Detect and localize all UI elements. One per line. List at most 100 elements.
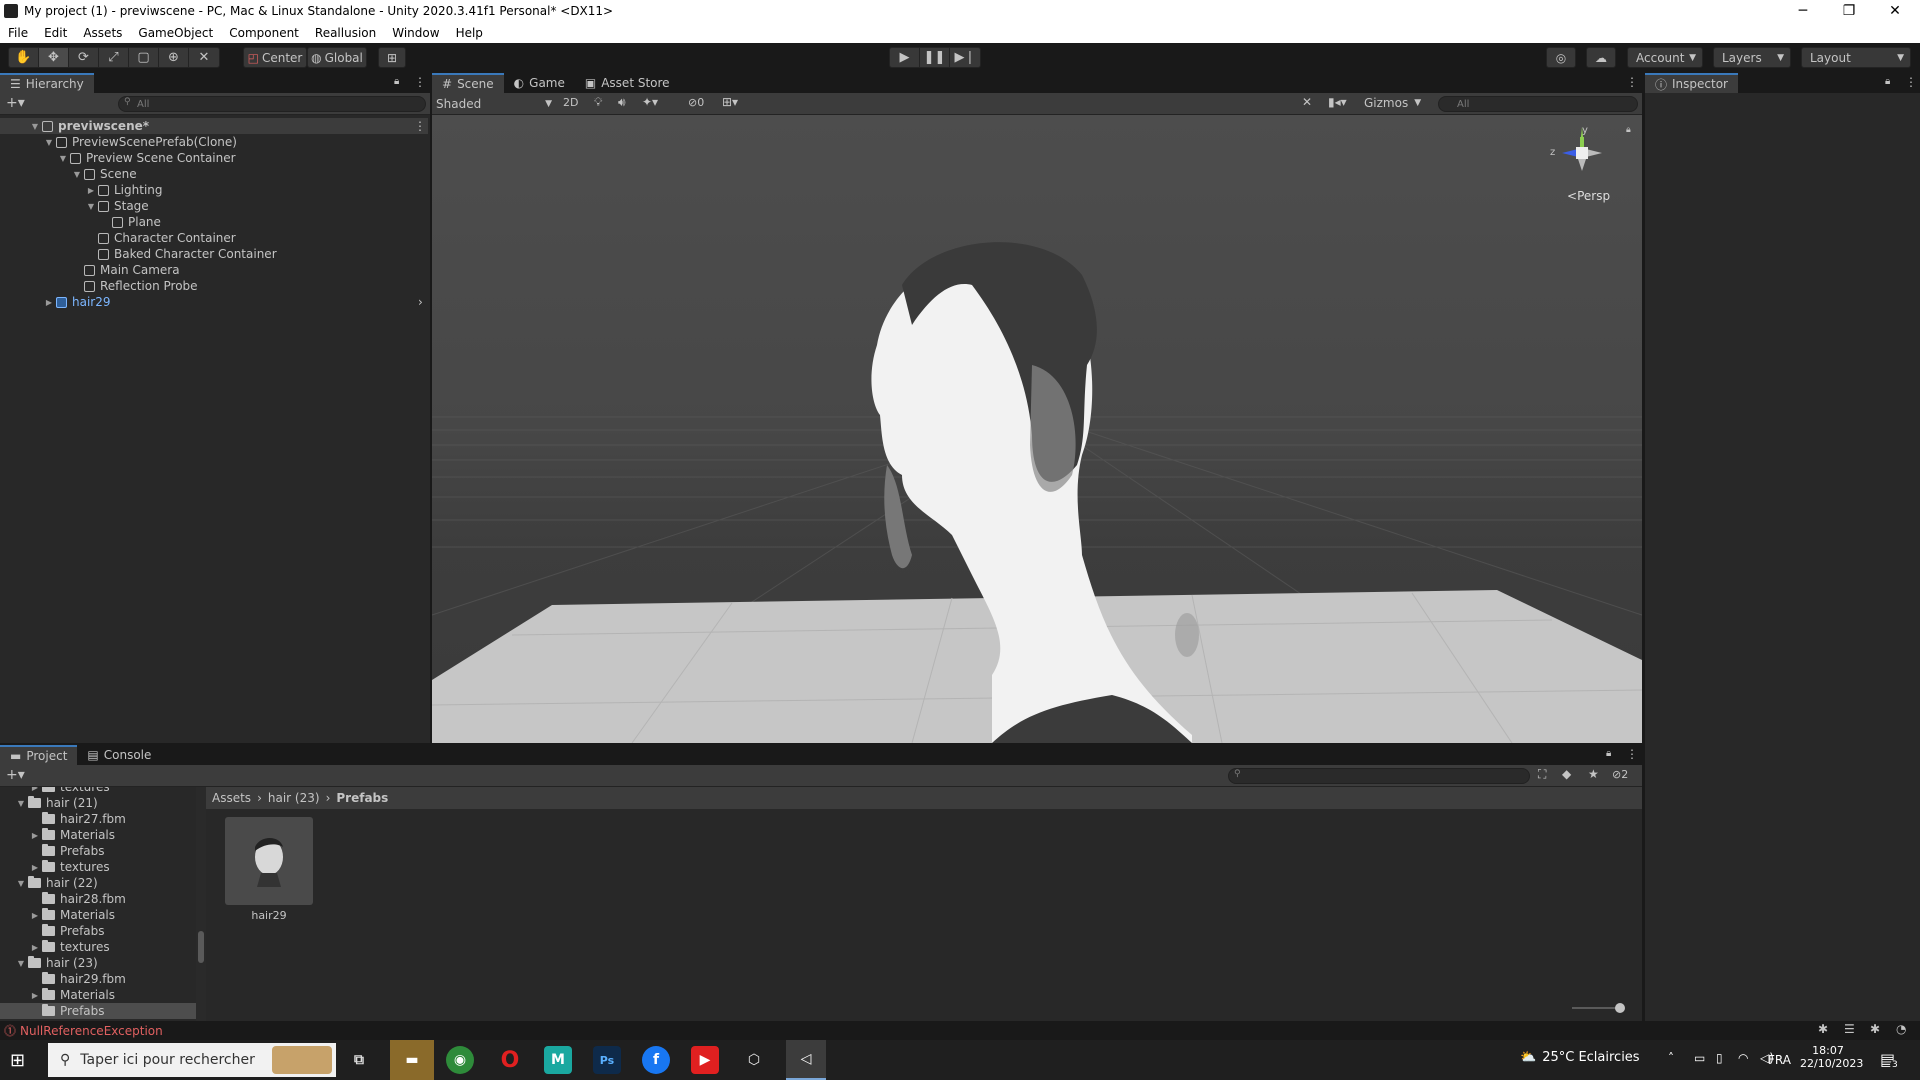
close-button[interactable]: ✕ <box>1872 0 1918 22</box>
layout-dropdown[interactable]: Layout ▼ <box>1801 47 1911 68</box>
orientation-gizmo[interactable] <box>1542 123 1622 223</box>
progress-icon[interactable]: ◔ <box>1896 1022 1906 1036</box>
expand-arrow-right-icon[interactable]: ▶ <box>30 943 40 952</box>
tab-project[interactable]: ▬ Project <box>0 745 78 765</box>
opera-icon[interactable]: O <box>496 1046 524 1074</box>
favorite-star-icon[interactable]: ★ <box>1588 767 1599 781</box>
expand-arrow-down-icon[interactable]: ▼ <box>44 138 54 147</box>
lock-icon[interactable]: 🔒︎ <box>1606 748 1611 759</box>
hierarchy-row[interactable]: ▼ PreviewScenePrefab(Clone) <box>0 134 428 150</box>
scrollbar-thumb[interactable] <box>198 931 204 963</box>
tab-scene[interactable]: # Scene <box>432 73 504 93</box>
slider-handle[interactable] <box>1615 1003 1625 1013</box>
tab-asset-store[interactable]: ▣ Asset Store <box>575 73 680 93</box>
project-tree-item[interactable]: ▼ hair (23) <box>0 955 196 971</box>
hand-tool-icon[interactable]: ✋ <box>9 48 39 67</box>
expand-arrow-down-icon[interactable]: ▼ <box>16 959 26 968</box>
tab-console[interactable]: ▤ Console <box>77 745 161 765</box>
menu-window[interactable]: Window <box>384 26 447 40</box>
effects-toggle-icon[interactable]: ✦▾ <box>642 95 658 109</box>
tab-inspector[interactable]: ⓘ Inspector <box>1645 73 1738 93</box>
project-tree-item[interactable]: ▼ hair (22) <box>0 875 196 891</box>
project-tree-item[interactable]: Prefabs <box>0 1003 196 1019</box>
gizmos-dropdown[interactable]: Gizmos ▼ <box>1364 96 1421 110</box>
menu-gameobject[interactable]: GameObject <box>130 26 221 40</box>
expand-arrow-right-icon[interactable]: ▶ <box>30 863 40 872</box>
menu-assets[interactable]: Assets <box>75 26 130 40</box>
layers-dropdown[interactable]: Layers ▼ <box>1713 47 1791 68</box>
expand-arrow-right-icon[interactable]: ▶ <box>86 186 96 195</box>
expand-arrow-down-icon[interactable]: ▼ <box>16 799 26 808</box>
youtube-icon[interactable]: ▶ <box>691 1046 719 1074</box>
weather-widget[interactable]: ⛅ 25°C Eclaircies <box>1520 1050 1640 1065</box>
status-error-message[interactable]: NullReferenceException <box>20 1024 163 1038</box>
projection-toggle[interactable]: <Persp <box>1567 189 1610 203</box>
kebab-menu-icon[interactable]: ⋮ <box>1626 75 1638 89</box>
lock-icon[interactable]: 🔒︎ <box>1885 76 1890 87</box>
clock[interactable]: 18:07 22/10/2023 <box>1800 1044 1863 1070</box>
project-tree-item[interactable]: hair29.fbm <box>0 971 196 987</box>
breadcrumb-hair-23[interactable]: hair (23) <box>268 791 320 805</box>
expand-arrow-down-icon[interactable]: ▼ <box>30 122 40 131</box>
scene-search-input[interactable]: All <box>1438 96 1638 112</box>
hierarchy-row[interactable]: Character Container <box>0 230 428 246</box>
asset-item[interactable]: hair29 <box>225 817 313 927</box>
menu-reallusion[interactable]: Reallusion <box>307 26 384 40</box>
cache-icon[interactable]: ☰ <box>1844 1022 1855 1036</box>
taskbar-search-box[interactable]: ⚲ Taper ici pour rechercher <box>48 1043 336 1077</box>
label-tag-icon[interactable]: ◆ <box>1562 767 1571 781</box>
open-prefab-chevron-icon[interactable]: › <box>418 295 423 309</box>
kebab-menu-icon[interactable]: ⋮ <box>414 75 426 89</box>
move-tool-icon[interactable]: ✥ <box>39 48 69 67</box>
audio-toggle-icon[interactable]: 🔊︎ <box>618 95 626 110</box>
chrome-icon[interactable]: ◉ <box>446 1046 474 1074</box>
add-icon[interactable]: +▾ <box>6 95 25 111</box>
play-icon[interactable]: ▶ <box>890 48 920 67</box>
rect-tool-icon[interactable]: ▢ <box>129 48 159 67</box>
grid-snap-button[interactable]: ⊞ <box>378 47 406 68</box>
minimize-button[interactable]: ─ <box>1780 0 1826 22</box>
photoshop-icon[interactable]: Ps <box>593 1046 621 1074</box>
notification-center-icon[interactable]: ▤ 3 <box>1880 1050 1900 1070</box>
project-tree-item[interactable]: ▶ Materials <box>0 907 196 923</box>
expand-arrow-right-icon[interactable]: ▶ <box>30 991 40 1000</box>
tab-game[interactable]: ◐ Game <box>504 73 575 93</box>
task-view-icon[interactable]: ⧉ <box>345 1046 373 1074</box>
filter-type-icon[interactable]: ⛶ <box>1538 767 1546 782</box>
burst-icon[interactable]: ✱ <box>1870 1022 1880 1036</box>
tab-hierarchy[interactable]: ☰ Hierarchy <box>0 73 94 93</box>
unity-hub-icon[interactable]: ⬡ <box>740 1046 768 1074</box>
hierarchy-row[interactable]: Main Camera <box>0 262 428 278</box>
expand-arrow-down-icon[interactable]: ▼ <box>72 170 82 179</box>
hidden-objects-toggle[interactable]: ⊘0 <box>688 96 704 109</box>
step-icon[interactable]: ▶❘ <box>950 48 980 67</box>
project-tree-item[interactable]: hair27.fbm <box>0 811 196 827</box>
project-tree-item[interactable]: ▼ hair (21) <box>0 795 196 811</box>
chevron-up-icon[interactable]: ˄ <box>1668 1051 1674 1065</box>
menu-help[interactable]: Help <box>448 26 491 40</box>
project-tree-item[interactable]: ▶ textures <box>0 859 196 875</box>
hierarchy-row[interactable]: ▼ Scene <box>0 166 428 182</box>
tree-scrollbar[interactable] <box>196 787 206 1021</box>
expand-arrow-right-icon[interactable]: ▶ <box>30 911 40 920</box>
project-tree-item[interactable]: Prefabs <box>0 923 196 939</box>
project-tree-item[interactable]: Prefabs <box>0 843 196 859</box>
hierarchy-row[interactable]: ▼ previwscene* ⋮ <box>0 118 428 134</box>
wifi-icon[interactable]: ◠ <box>1738 1051 1748 1065</box>
hierarchy-search-input[interactable]: All <box>118 96 426 112</box>
menu-edit[interactable]: Edit <box>36 26 75 40</box>
expand-arrow-right-icon[interactable]: ▶ <box>44 298 54 307</box>
hierarchy-row[interactable]: ▼ Preview Scene Container <box>0 150 428 166</box>
project-tree-item[interactable]: ▶ Materials <box>0 827 196 843</box>
windows-start-icon[interactable]: ⊞ <box>10 1050 30 1071</box>
toggle-2d-button[interactable]: 2D <box>563 96 578 109</box>
menu-component[interactable]: Component <box>221 26 307 40</box>
scale-tool-icon[interactable]: ⤢ <box>99 48 129 67</box>
lock-icon[interactable]: 🔒︎ <box>1626 125 1631 135</box>
breadcrumb-assets[interactable]: Assets <box>212 791 251 805</box>
hierarchy-row[interactable]: ▶ hair29 › <box>0 294 428 310</box>
hierarchy-row[interactable]: Baked Character Container <box>0 246 428 262</box>
expand-arrow-down-icon[interactable]: ▼ <box>86 202 96 211</box>
kebab-menu-icon[interactable]: ⋮ <box>1626 747 1638 761</box>
hierarchy-row[interactable]: ▶ Lighting <box>0 182 428 198</box>
